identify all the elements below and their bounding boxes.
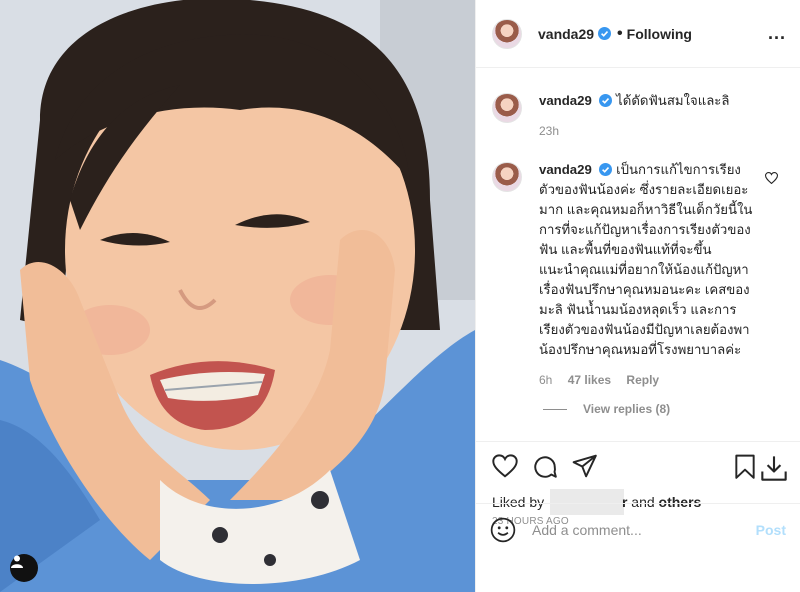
- header-username[interactable]: vanda29: [538, 26, 594, 42]
- post-comment-button[interactable]: Post: [756, 522, 786, 538]
- view-replies-button[interactable]: View replies (8): [543, 402, 670, 416]
- comment-username[interactable]: vanda29: [539, 162, 592, 177]
- comment-text: เป็นการแก้ไขการเรียงตัวของฟันน้องค่ะ ซึ่…: [539, 162, 753, 357]
- following-button[interactable]: Following: [627, 26, 692, 42]
- replies-divider: [543, 408, 567, 410]
- emoji-icon[interactable]: [490, 517, 516, 543]
- comments-area: vanda29 ได้ดัดฟันสมใจและลิ 23h vanda29 เ…: [476, 69, 800, 437]
- bookmark-icon[interactable]: [734, 454, 756, 480]
- verified-badge-icon: [599, 94, 613, 107]
- caption-username[interactable]: vanda29: [539, 93, 592, 108]
- comment-likes[interactable]: 47 likes: [568, 373, 611, 387]
- view-replies-label: View replies (8): [583, 402, 671, 416]
- download-icon[interactable]: [760, 454, 788, 482]
- comment-meta: 6h 47 likes Reply: [539, 370, 754, 390]
- comment-icon[interactable]: [532, 454, 558, 480]
- avatar[interactable]: [492, 93, 522, 123]
- reply-button[interactable]: Reply: [626, 373, 659, 387]
- post-side-panel: vanda29 • Following ... vanda29 ได้ดัดฟั…: [475, 0, 800, 592]
- caption-time[interactable]: 23h: [539, 124, 559, 138]
- header-separator: •: [617, 24, 623, 42]
- comment-body: vanda29 เป็นการแก้ไขการเรียงตัวของฟันน้อ…: [539, 160, 754, 390]
- share-icon[interactable]: [572, 454, 598, 478]
- caption-text: ได้ดัดฟันสมใจและลิ: [616, 93, 730, 108]
- post-actions: Liked by r and others 23 HOURS AGO Post: [476, 441, 800, 555]
- caption: vanda29 ได้ดัดฟันสมใจและลิ 23h: [492, 91, 784, 141]
- photo-illustration: [0, 0, 475, 592]
- caption-body: vanda29 ได้ดัดฟันสมใจและลิ 23h: [539, 91, 754, 141]
- comment-time[interactable]: 6h: [539, 373, 552, 387]
- post-photo[interactable]: [0, 0, 475, 592]
- comment-like-heart-icon[interactable]: [765, 172, 778, 184]
- heart-icon[interactable]: [492, 454, 518, 478]
- more-options-icon[interactable]: ...: [768, 23, 786, 44]
- post-header: vanda29 • Following ...: [476, 0, 800, 68]
- comment: vanda29 เป็นการแก้ไขการเรียงตัวของฟันน้อ…: [492, 160, 784, 390]
- avatar[interactable]: [492, 162, 522, 192]
- verified-badge-icon: [599, 163, 613, 176]
- verified-badge-icon: [598, 27, 612, 40]
- add-comment-bar: Post: [476, 503, 800, 555]
- user-tag-icon[interactable]: [10, 554, 38, 582]
- add-comment-input[interactable]: [530, 520, 756, 539]
- action-icons: [490, 454, 788, 482]
- instagram-post: vanda29 • Following ... vanda29 ได้ดัดฟั…: [0, 0, 800, 592]
- caption-meta: 23h: [539, 121, 754, 141]
- avatar[interactable]: [492, 18, 522, 49]
